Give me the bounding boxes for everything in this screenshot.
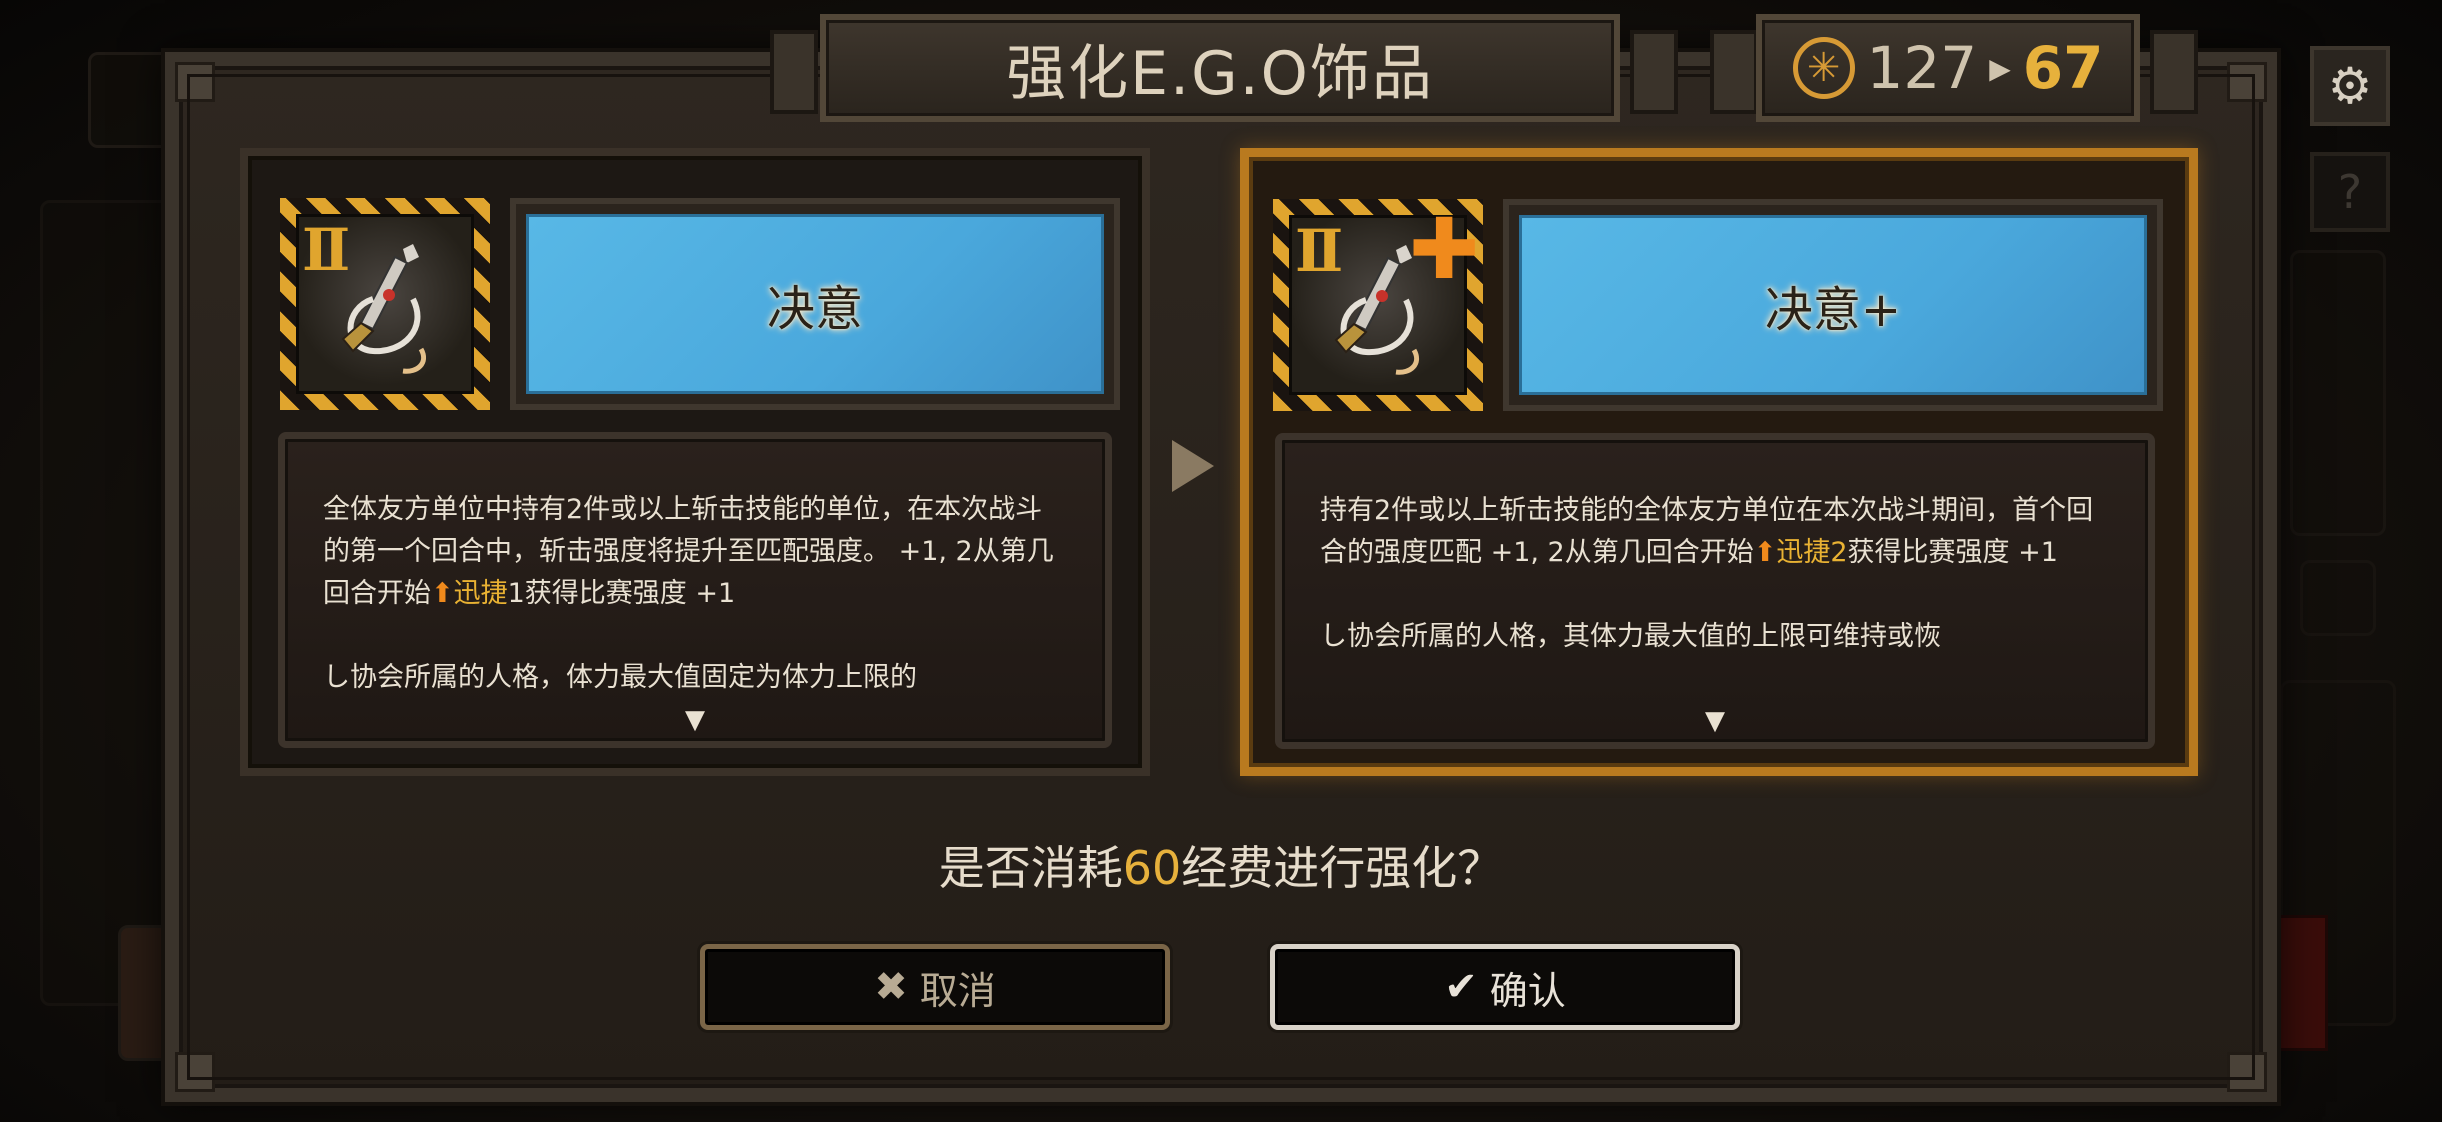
close-icon: ✖ xyxy=(874,964,908,1010)
name-banner: 决意 xyxy=(526,214,1104,394)
game-screen: 强化E.G.O饰品 ✳ 127 ▶ 67 ⚙ ? II 决意 全体友方单位中持有… xyxy=(0,0,2442,1122)
ego-gift-before-card: II 决意 全体友方单位中持有2件或以上斩击技能的单位，在本次战斗的第一个回合中… xyxy=(240,148,1150,776)
description-more-text: し协会所属的人格，体力最大值固定为体力上限的 xyxy=(323,662,917,693)
arrow-up-icon: ⬆ xyxy=(1753,537,1777,568)
title-clamp xyxy=(770,30,818,114)
corner-bolt xyxy=(2227,1052,2267,1092)
question-suffix: 经费进行强化？ xyxy=(1181,841,1504,895)
funds-after: 67 xyxy=(2022,34,2104,102)
cost-clamp xyxy=(2150,30,2198,114)
settings-button[interactable]: ⚙ xyxy=(2310,46,2390,126)
confirm-button[interactable]: ✔ 确认 xyxy=(1270,944,1740,1030)
scroll-down-icon[interactable]: ▼ xyxy=(1705,706,1725,736)
ego-gift-after-card: II ✚ 决意+ 持有2件或以上斩击技能的全体友方单位在本次战斗期间，首个回合的… xyxy=(1240,148,2198,776)
keyword-haste[interactable]: 迅捷 xyxy=(1776,537,1830,568)
keyword-haste[interactable]: 迅捷 xyxy=(454,578,508,609)
upgrade-arrow-icon xyxy=(1172,440,1214,492)
question-icon: ? xyxy=(2337,165,2363,219)
current-funds: 127 xyxy=(1866,34,1978,102)
description-text: 全体友方单位中持有2件或以上斩击技能的单位，在本次战斗的第一个回合中，斩击强度将… xyxy=(323,489,1067,615)
corner-bolt xyxy=(2227,62,2267,102)
scroll-down-icon[interactable]: ▼ xyxy=(685,705,705,735)
ego-gift-icon[interactable]: II xyxy=(280,198,490,410)
confirm-label: 确认 xyxy=(1489,968,1566,1013)
question-cost: 60 xyxy=(1122,841,1182,895)
background-open-sign xyxy=(2290,250,2386,536)
arrow-up-icon: ⬆ xyxy=(431,578,454,609)
ego-gift-icon[interactable]: II ✚ xyxy=(1273,199,1483,411)
cancel-button[interactable]: ✖ 取消 xyxy=(700,944,1170,1030)
title-clamp xyxy=(1630,30,1678,114)
ego-gift-name: 决意+ xyxy=(1764,282,1902,338)
description-more-text: し协会所属的人格，其体力最大值的上限可维持或恢 xyxy=(1320,621,1941,652)
corner-bolt xyxy=(175,1052,215,1092)
grade-label: II xyxy=(1295,217,1343,285)
gear-icon: ⚙ xyxy=(2327,57,2373,115)
drill-weapon-icon xyxy=(341,244,427,374)
upgrade-plus-icon: ✚ xyxy=(1409,200,1480,298)
corner-bolt xyxy=(175,62,215,102)
cost-clamp xyxy=(1710,30,1758,114)
cost-display: ✳ 127 ▶ 67 xyxy=(1756,14,2140,122)
description-box[interactable]: 全体友方单位中持有2件或以上斩击技能的单位，在本次战斗的第一个回合中，斩击强度将… xyxy=(278,432,1112,748)
keyword-haste[interactable]: 2 xyxy=(1830,537,1847,568)
name-frame: 决意+ xyxy=(1503,199,2163,411)
arrow-right-icon: ▶ xyxy=(1989,51,2011,85)
help-button[interactable]: ? xyxy=(2310,152,2390,232)
description-text: 持有2件或以上斩击技能的全体友方单位在本次战斗期间，首个回合的强度匹配 +1, … xyxy=(1320,490,2110,574)
checkmark-icon: ✔ xyxy=(1444,964,1478,1010)
question-prefix: 是否消耗 xyxy=(938,841,1123,895)
name-banner: 决意+ xyxy=(1519,215,2147,395)
description-segment: 1获得比赛强度 +1 xyxy=(507,578,736,609)
confirm-question: 是否消耗60经费进行强化？ xyxy=(0,832,2442,898)
cancel-label: 取消 xyxy=(919,968,996,1013)
description-box[interactable]: 持有2件或以上斩击技能的全体友方单位在本次战斗期间，首个回合的强度匹配 +1, … xyxy=(1275,433,2155,749)
title-plate: 强化E.G.O饰品 xyxy=(820,14,1620,122)
description-segment: 获得比赛强度 +1 xyxy=(1847,537,2058,568)
background-info-icon xyxy=(2300,560,2376,636)
name-frame: 决意 xyxy=(510,198,1120,410)
grade-label: II xyxy=(302,216,350,284)
dialog-title: 强化E.G.O饰品 xyxy=(1006,38,1434,109)
ego-gift-name: 决意 xyxy=(766,281,863,337)
coin-asterisk-icon: ✳ xyxy=(1792,37,1855,99)
